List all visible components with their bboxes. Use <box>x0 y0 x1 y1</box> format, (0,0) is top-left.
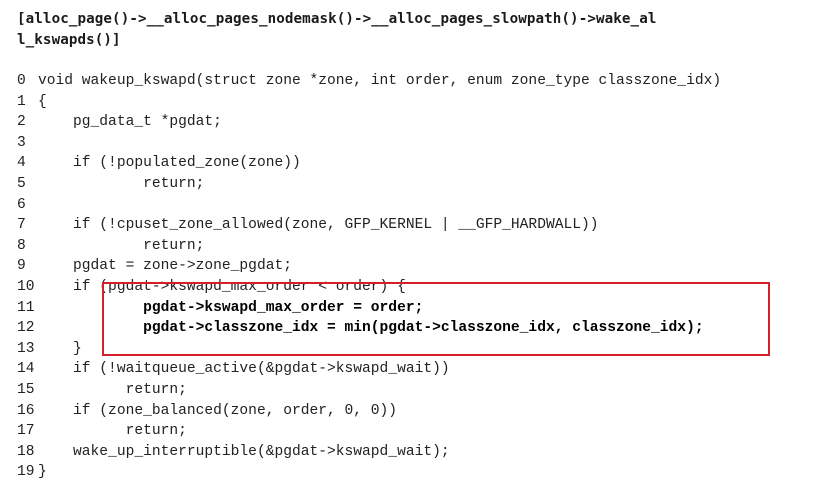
line-text: void wakeup_kswapd(struct zone *zone, in… <box>38 73 722 89</box>
code-line: 4 if (!populated_zone(zone)) <box>17 153 721 174</box>
highlighted-code-line: 12 pgdat->classzone_idx = min(pgdat->cla… <box>17 318 721 339</box>
line-text: if (zone_balanced(zone, order, 0, 0)) <box>38 402 398 419</box>
line-text: } <box>38 464 47 481</box>
code-line: 13 } <box>17 339 721 360</box>
line-text: pgdat = zone->zone_pgdat; <box>38 258 292 275</box>
line-text: if (pgdat->kswapd_max_order < order) { <box>38 278 406 295</box>
line-text: pgdat->kswapd_max_order = order; <box>38 299 424 316</box>
line-text: if (!waitqueue_active(&pgdat->kswapd_wai… <box>38 361 450 378</box>
line-number: 4 <box>17 155 26 172</box>
line-number: 0 <box>17 73 26 89</box>
code-line: 8 return; <box>17 236 721 257</box>
line-number: 3 <box>17 134 26 151</box>
line-number: 11 <box>17 299 35 316</box>
code-line: 6 <box>17 195 721 216</box>
line-text: return; <box>38 423 187 440</box>
code-listing: 0 void wakeup_kswapd(struct zone *zone, i… <box>17 71 721 483</box>
line-number: 5 <box>17 175 26 192</box>
line-number: 12 <box>17 320 35 337</box>
line-text: if (!cpuset_zone_allowed(zone, GFP_KERNE… <box>38 217 599 234</box>
code-line: 17 return; <box>17 421 721 442</box>
line-text: if (!populated_zone(zone)) <box>38 155 301 172</box>
code-heading: [alloc_page()->__alloc_pages_nodemask()-… <box>17 9 797 51</box>
line-number: 17 <box>17 423 35 440</box>
line-number: 9 <box>17 258 26 275</box>
code-line: 2 pg_data_t *pgdat; <box>17 112 721 133</box>
line-number: 1 <box>17 93 26 110</box>
line-number: 15 <box>17 381 35 398</box>
code-line: 0 void wakeup_kswapd(struct zone *zone, i… <box>17 71 721 92</box>
line-number: 16 <box>17 402 35 419</box>
line-number: 6 <box>17 196 26 213</box>
code-line: 18 wake_up_interruptible(&pgdat->kswapd_… <box>17 442 721 463</box>
code-line: 7 if (!cpuset_zone_allowed(zone, GFP_KER… <box>17 215 721 236</box>
line-text: return; <box>38 237 205 254</box>
line-text: return; <box>38 175 205 192</box>
code-line: 5 return; <box>17 174 721 195</box>
line-number: 10 <box>17 278 35 295</box>
code-line: 16 if (zone_balanced(zone, order, 0, 0)) <box>17 401 721 422</box>
line-number: 2 <box>17 114 26 131</box>
highlighted-code-line: 11 pgdat->kswapd_max_order = order; <box>17 298 721 319</box>
line-number: 8 <box>17 237 26 254</box>
line-number: 14 <box>17 361 35 378</box>
heading-line-2: l_kswapds()] <box>17 32 121 48</box>
line-text: } <box>38 340 82 357</box>
code-line: 3 <box>17 133 721 154</box>
line-number: 18 <box>17 443 35 460</box>
line-number: 19 <box>17 464 35 481</box>
line-text: { <box>38 93 47 110</box>
heading-line-1: [alloc_page()->__alloc_pages_nodemask()-… <box>17 11 657 27</box>
line-text: return; <box>38 381 187 398</box>
code-line: 19} <box>17 462 721 483</box>
code-line: 14 if (!waitqueue_active(&pgdat->kswapd_… <box>17 359 721 380</box>
line-number: 13 <box>17 340 35 357</box>
line-number: 7 <box>17 217 26 234</box>
code-line: 15 return; <box>17 380 721 401</box>
code-line: 9 pgdat = zone->zone_pgdat; <box>17 256 721 277</box>
code-line: 1{ <box>17 92 721 113</box>
code-line: 10 if (pgdat->kswapd_max_order < order) … <box>17 277 721 298</box>
line-text: pgdat->classzone_idx = min(pgdat->classz… <box>38 320 704 337</box>
line-text: wake_up_interruptible(&pgdat->kswapd_wai… <box>38 443 450 460</box>
line-text: pg_data_t *pgdat; <box>38 114 222 131</box>
